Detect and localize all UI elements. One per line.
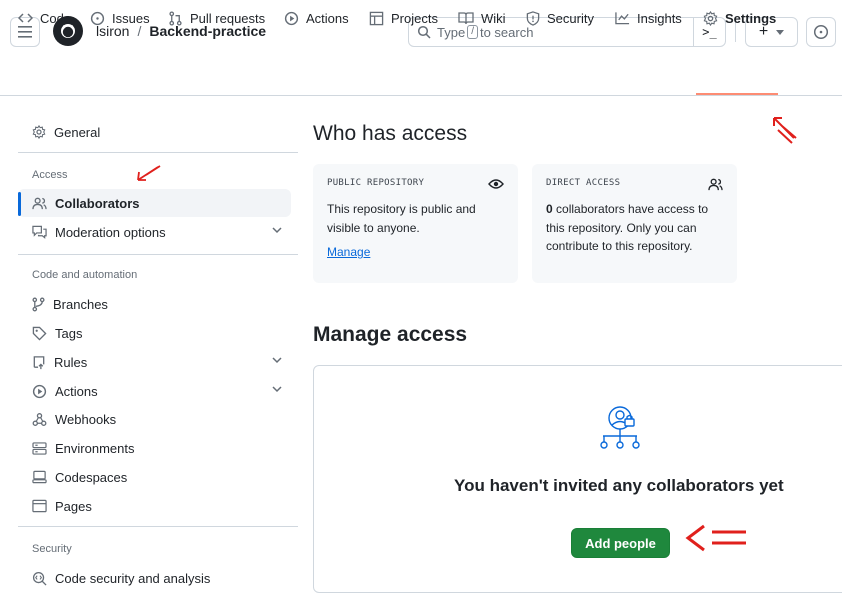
manage-access-panel: You haven't invited any collaborators ye… [313,365,842,593]
eye-icon [488,179,504,189]
graph-icon [615,12,630,25]
book-icon [458,12,474,25]
server-icon [32,441,47,455]
tab-label: Actions [306,10,349,26]
play-icon [32,384,47,398]
annotation-arrow-collaborators [137,165,161,181]
issues-button[interactable] [806,17,836,47]
card-description: 0 collaborators have access to this repo… [546,200,723,256]
sidebar-item-code-security[interactable]: Code security and analysis [18,564,291,592]
sidebar-item-tags[interactable]: Tags [18,319,291,347]
tab-label: Wiki [481,10,506,26]
direct-access-text: collaborators have access to this reposi… [546,202,709,253]
chevron-down-icon [272,357,282,364]
chevron-down-icon [272,227,282,234]
tab-label: Security [547,10,594,26]
tab-issues[interactable]: Issues [90,0,150,36]
play-icon [284,11,299,25]
sidebar-item-label: Branches [53,296,108,312]
tab-actions[interactable]: Actions [284,0,349,36]
tab-wiki[interactable]: Wiki [458,0,506,36]
triangle-down-icon [776,29,785,35]
sidebar-item-label: Environments [55,440,135,456]
browser-icon [32,499,47,513]
tab-projects[interactable]: Projects [369,0,438,36]
active-tab-indicator [696,93,778,95]
sidebar-item-label: Webhooks [55,411,117,427]
sidebar-item-collaborators[interactable]: Collaborators [18,189,291,217]
sidebar-heading-code-automation: Code and automation [32,269,138,281]
issue-icon [90,11,105,25]
empty-state-message: You haven't invited any collaborators ye… [454,476,784,495]
annotation-arrow-settings [773,117,797,144]
repo-push-icon [33,355,45,369]
sidebar-item-branches[interactable]: Branches [18,290,291,318]
tab-label: Pull requests [190,10,266,26]
manage-access-title: Manage access [313,323,468,346]
public-repository-card: PUBLIC REPOSITORY This repository is pub… [313,164,518,283]
sidebar-item-label: Pages [55,498,92,514]
tab-insights[interactable]: Insights [615,0,682,36]
sidebar-divider [18,526,298,527]
sidebar-item-actions[interactable]: Actions [18,377,291,405]
add-people-button[interactable]: Add people [571,528,670,558]
card-label: PUBLIC REPOSITORY [327,178,425,188]
tab-security[interactable]: Security [526,0,594,36]
sidebar-item-label: Actions [55,383,98,399]
people-icon [708,178,723,191]
card-label: DIRECT ACCESS [546,178,621,188]
codespaces-icon [32,470,47,484]
active-item-indicator [18,192,21,216]
sidebar-item-label: Collaborators [55,195,140,211]
tab-settings[interactable]: Settings [703,0,776,36]
tab-label: Insights [637,10,682,26]
manage-visibility-link[interactable]: Manage [327,245,370,259]
gear-icon [32,125,46,139]
git-branch-icon [32,297,45,311]
global-header: lsiron / Backend-practice Type / to sear… [0,0,842,96]
tab-label: Settings [725,10,777,26]
sidebar-item-environments[interactable]: Environments [18,434,291,462]
sidebar-item-label: General [54,124,101,140]
sidebar-item-general[interactable]: General [18,118,291,146]
sidebar-divider [18,152,298,153]
chevron-down-icon [272,386,282,393]
sidebar-item-label: Code security and analysis [55,570,211,586]
sidebar-item-label: Codespaces [55,469,128,485]
sidebar-item-moderation[interactable]: Moderation options [18,218,291,246]
collaborator-count: 0 [546,202,553,216]
tab-label: Issues [112,10,150,26]
webhook-icon [32,412,47,426]
sidebar-item-webhooks[interactable]: Webhooks [18,405,291,433]
sidebar-item-rules[interactable]: Rules [18,348,291,376]
annotation-arrow-add-people [685,524,746,552]
person-lock-network-icon [600,406,640,449]
tag-icon [32,326,47,341]
direct-access-card: DIRECT ACCESS 0 collaborators have acces… [532,164,737,283]
sidebar-item-label: Tags [55,325,83,341]
sidebar-heading-access: Access [32,169,68,181]
card-description: This repository is public and visible to… [327,202,476,235]
shield-icon [526,10,540,26]
people-icon [32,197,47,209]
table-icon [369,11,384,25]
sidebar-item-label: Moderation options [55,224,166,240]
gear-icon [703,10,718,26]
sidebar-heading-security: Security [32,543,72,555]
sidebar-item-pages[interactable]: Pages [18,492,291,520]
pull-request-icon [169,10,182,26]
code-icon [18,13,33,23]
tab-label: Code [40,10,72,26]
codescan-icon [32,571,47,586]
who-has-access-title: Who has access [313,122,468,145]
comment-discussion-icon [32,225,47,239]
sidebar-item-codespaces[interactable]: Codespaces [18,463,291,491]
sidebar-divider [18,254,298,255]
tab-label: Projects [391,10,438,26]
tab-code[interactable]: Code [18,0,71,36]
issue-opened-icon [813,24,829,40]
tab-pull-requests[interactable]: Pull requests [168,0,265,36]
sidebar-item-label: Rules [54,354,88,370]
